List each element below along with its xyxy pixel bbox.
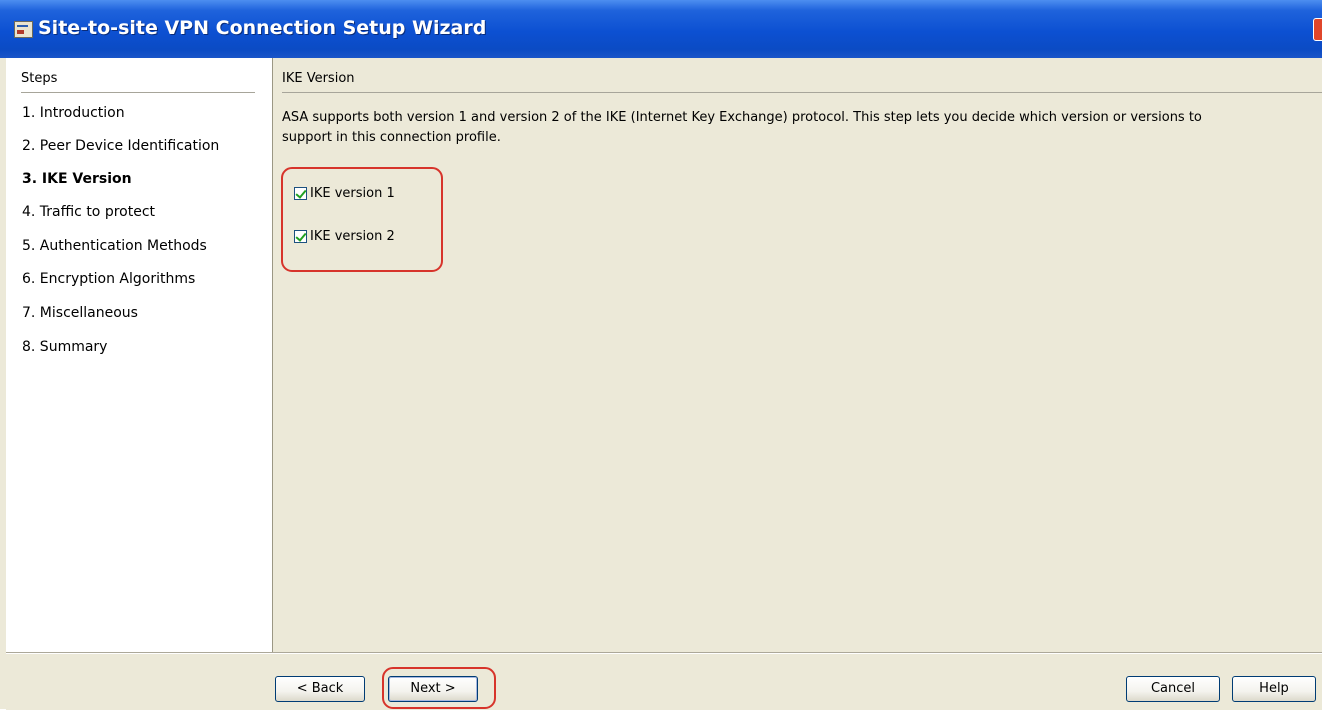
- step-description: ASA supports both version 1 and version …: [282, 108, 1322, 148]
- close-icon[interactable]: [1313, 18, 1322, 41]
- ike-version-1-label: IKE version 1: [310, 185, 395, 201]
- options-highlight: [281, 167, 443, 272]
- description-line-1: ASA supports both version 1 and version …: [282, 110, 1202, 125]
- ike-version-2-option[interactable]: IKE version 2: [294, 227, 395, 245]
- step-traffic-to-protect: 4. Traffic to protect: [22, 204, 156, 220]
- step-encryption-algorithms: 6. Encryption Algorithms: [22, 271, 196, 287]
- window-title: Site-to-site VPN Connection Setup Wizard: [38, 17, 487, 39]
- step-peer-device-identification: 2. Peer Device Identification: [22, 138, 220, 154]
- wizard-body: Steps 1. Introduction 2. Peer Device Ide…: [6, 58, 1322, 710]
- title-bar[interactable]: Site-to-site VPN Connection Setup Wizard: [0, 0, 1322, 58]
- steps-header: Steps: [21, 71, 255, 93]
- wizard-icon: [14, 21, 33, 38]
- ike-version-2-label: IKE version 2: [310, 228, 395, 244]
- back-button[interactable]: < Back: [275, 676, 365, 702]
- footer-divider: [6, 652, 1322, 653]
- next-button[interactable]: Next >: [388, 676, 478, 702]
- step-ike-version: 3. IKE Version: [22, 171, 132, 187]
- ike-version-1-checkbox[interactable]: [294, 186, 307, 200]
- help-button[interactable]: Help: [1232, 676, 1316, 702]
- ike-version-2-checkbox[interactable]: [294, 229, 307, 243]
- step-authentication-methods: 5. Authentication Methods: [22, 238, 207, 254]
- ike-version-1-option[interactable]: IKE version 1: [294, 184, 395, 202]
- cancel-button[interactable]: Cancel: [1126, 676, 1220, 702]
- content-panel: IKE Version ASA supports both version 1 …: [273, 58, 1322, 653]
- steps-panel: Steps 1. Introduction 2. Peer Device Ide…: [6, 58, 273, 653]
- step-introduction: 1. Introduction: [22, 105, 125, 121]
- page-title: IKE Version: [282, 71, 1322, 93]
- button-bar: < Back Next > Cancel Help: [6, 652, 1322, 710]
- step-summary: 8. Summary: [22, 339, 108, 355]
- wizard-window: Site-to-site VPN Connection Setup Wizard…: [0, 0, 1322, 710]
- description-line-2: support in this connection profile.: [282, 130, 501, 145]
- step-miscellaneous: 7. Miscellaneous: [22, 305, 138, 321]
